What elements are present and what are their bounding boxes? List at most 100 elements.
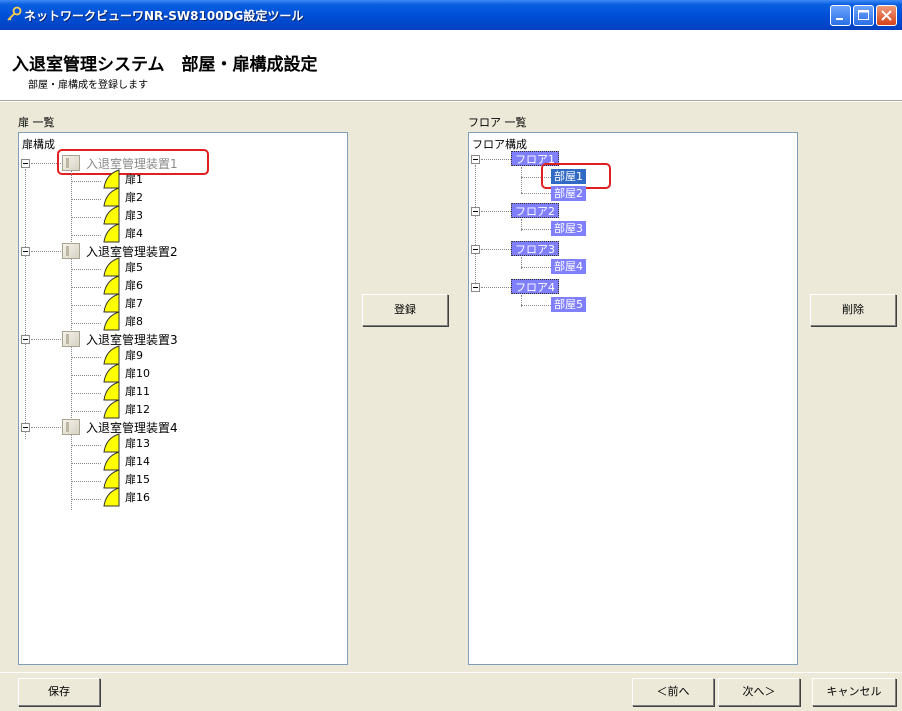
tree-line: [71, 445, 101, 446]
tree-line: [25, 169, 26, 439]
door-label[interactable]: 扉4: [125, 225, 143, 241]
register-button[interactable]: 登録: [362, 294, 448, 326]
floor-list-label: フロア 一覧: [468, 116, 527, 129]
door-icon: [103, 205, 120, 225]
cancel-button-label: キャンセル: [826, 685, 882, 698]
floor-2-expander[interactable]: [471, 207, 480, 216]
door-label[interactable]: 扉6: [125, 277, 143, 293]
door-label[interactable]: 扉13: [125, 435, 150, 451]
tree-line: [31, 251, 61, 252]
door-tree-root[interactable]: 扉構成: [22, 136, 55, 152]
close-button[interactable]: [876, 5, 897, 26]
floor-4-expander[interactable]: [471, 283, 480, 292]
title-bar[interactable]: ネットワークビューワNR-SW8100DG設定ツール: [0, 0, 902, 30]
prev-button-label: ＜前へ: [656, 685, 690, 698]
tree-line: [71, 393, 101, 394]
door-icon: [103, 187, 120, 207]
door-icon: [103, 399, 120, 419]
floor-4-node[interactable]: フロア4: [511, 279, 559, 294]
device-1-expander[interactable]: [21, 159, 30, 168]
door-icon: [103, 433, 120, 453]
door-icon: [103, 257, 120, 277]
minimize-icon: [836, 18, 843, 20]
door-icon: [103, 487, 120, 507]
maximize-button[interactable]: [853, 5, 874, 26]
tree-line: [71, 181, 101, 182]
door-label[interactable]: 扉9: [125, 347, 143, 363]
tree-line: [71, 357, 101, 358]
tree-line: [521, 267, 551, 268]
door-icon: [103, 223, 120, 243]
floor-3-node[interactable]: フロア3: [511, 241, 559, 256]
device-icon: [62, 243, 80, 259]
next-button[interactable]: 次へ＞: [718, 678, 800, 706]
cancel-button[interactable]: キャンセル: [812, 678, 896, 706]
save-button[interactable]: 保存: [18, 678, 100, 706]
door-label[interactable]: 扉10: [125, 365, 150, 381]
tree-line: [71, 287, 101, 288]
device-2-expander[interactable]: [21, 247, 30, 256]
door-label[interactable]: 扉3: [125, 207, 143, 223]
tree-line: [71, 199, 101, 200]
door-icon: [103, 469, 120, 489]
header-divider: [0, 100, 902, 102]
door-label[interactable]: 扉16: [125, 489, 150, 505]
device-4-expander[interactable]: [21, 423, 30, 432]
door-label[interactable]: 扉14: [125, 453, 150, 469]
door-label[interactable]: 扉11: [125, 383, 150, 399]
register-button-label: 登録: [394, 303, 416, 316]
device-3-expander[interactable]: [21, 335, 30, 344]
tree-line: [31, 427, 61, 428]
tree-line: [71, 235, 101, 236]
page-title: 入退室管理システム 部屋・扉構成設定: [12, 55, 318, 75]
door-icon: [103, 345, 120, 365]
door-icon: [103, 381, 120, 401]
app-window: ネットワークビューワNR-SW8100DG設定ツール 入退室管理システム 部屋・…: [0, 0, 902, 711]
door-label[interactable]: 扉2: [125, 189, 143, 205]
maximize-icon: [858, 10, 869, 20]
room-5-node[interactable]: 部屋5: [551, 297, 586, 312]
door-label[interactable]: 扉12: [125, 401, 150, 417]
tree-line: [521, 229, 551, 230]
floor-tree[interactable]: フロア構成 フロア1 部屋1 部屋2 フロア2 部屋3 フロア3 部屋4 フロア…: [468, 132, 798, 665]
room-3-node[interactable]: 部屋3: [551, 221, 586, 236]
floor-2-node[interactable]: フロア2: [511, 203, 559, 218]
tree-line: [481, 249, 511, 250]
tree-line: [71, 481, 101, 482]
door-label[interactable]: 扉7: [125, 295, 143, 311]
floor-1-expander[interactable]: [471, 155, 480, 164]
tree-line: [521, 167, 522, 193]
room-2-node[interactable]: 部屋2: [551, 186, 586, 201]
door-tree[interactable]: 扉構成 入退室管理装置1 扉1 扉2 扉3 扉4 入退室管理装置2 扉5 扉6 …: [18, 132, 348, 665]
delete-button-label: 削除: [842, 303, 864, 316]
door-label[interactable]: 扉1: [125, 171, 143, 187]
device-3-label[interactable]: 入退室管理装置3: [86, 331, 178, 348]
next-button-label: 次へ＞: [742, 685, 776, 698]
window-title: ネットワークビューワNR-SW8100DG設定ツール: [24, 9, 304, 23]
floor-3-expander[interactable]: [471, 245, 480, 254]
door-icon: [103, 275, 120, 295]
device-2-label[interactable]: 入退室管理装置2: [86, 243, 178, 260]
tree-line: [31, 339, 61, 340]
device-icon: [62, 419, 80, 435]
prev-button[interactable]: ＜前へ: [632, 678, 714, 706]
door-icon: [103, 451, 120, 471]
delete-button[interactable]: 削除: [810, 294, 896, 326]
door-label[interactable]: 扉8: [125, 313, 143, 329]
footer-divider: [0, 672, 902, 673]
key-icon: [7, 6, 22, 21]
door-label[interactable]: 扉15: [125, 471, 150, 487]
device-4-label[interactable]: 入退室管理装置4: [86, 419, 178, 436]
tree-line: [475, 165, 476, 287]
device-icon: [62, 331, 80, 347]
tree-line: [521, 305, 551, 306]
save-button-label: 保存: [48, 685, 70, 698]
tree-line: [71, 323, 101, 324]
room-4-node[interactable]: 部屋4: [551, 259, 586, 274]
tree-line: [71, 411, 101, 412]
minimize-button[interactable]: [830, 5, 851, 26]
door-label[interactable]: 扉5: [125, 259, 143, 275]
floor-tree-root[interactable]: フロア構成: [472, 136, 527, 152]
door-icon: [103, 293, 120, 313]
tree-line: [71, 217, 101, 218]
